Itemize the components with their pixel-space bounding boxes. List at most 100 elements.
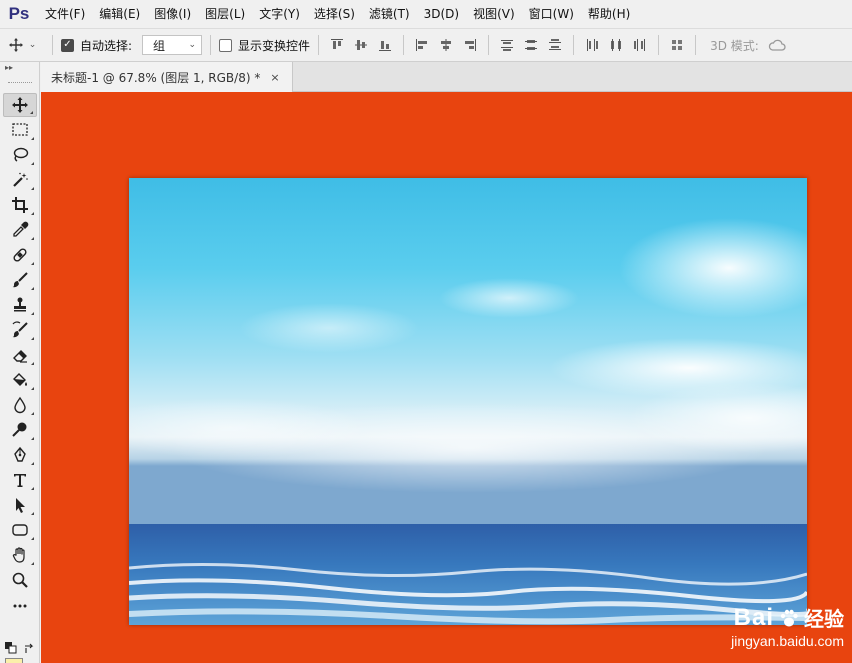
align-right-icon[interactable] bbox=[460, 35, 480, 55]
marquee-tool[interactable] bbox=[3, 118, 37, 142]
swap-colors-icon[interactable] bbox=[23, 642, 35, 654]
sky-sea-photo bbox=[129, 178, 807, 625]
align-top-icon[interactable] bbox=[327, 35, 347, 55]
distribute-horizontal-group bbox=[582, 35, 650, 55]
distribute-bottom-icon[interactable] bbox=[545, 35, 565, 55]
zoom-tool[interactable] bbox=[3, 568, 37, 592]
rectangle-tool[interactable] bbox=[3, 518, 37, 542]
eyedropper-tool[interactable] bbox=[3, 218, 37, 242]
align-group bbox=[327, 35, 395, 55]
menu-select[interactable]: 选择(S) bbox=[307, 0, 362, 28]
menu-3d[interactable]: 3D(D) bbox=[417, 0, 466, 28]
dodge-tool[interactable] bbox=[3, 418, 37, 442]
eraser-tool[interactable] bbox=[3, 343, 37, 367]
options-bar: ⌄ ✓ 自动选择: 组 ⌄ 显示变换控件 3D 模式: bbox=[0, 28, 852, 62]
move-icon bbox=[8, 38, 23, 52]
distribute-vcenter-icon[interactable] bbox=[521, 35, 541, 55]
menu-help[interactable]: 帮助(H) bbox=[581, 0, 637, 28]
close-icon[interactable]: × bbox=[270, 71, 279, 84]
menu-filter[interactable]: 滤镜(T) bbox=[362, 0, 417, 28]
history-brush-tool[interactable] bbox=[3, 318, 37, 342]
menu-edit[interactable]: 编辑(E) bbox=[92, 0, 147, 28]
paint-bucket-tool[interactable] bbox=[3, 368, 37, 392]
ellipsis-icon bbox=[13, 604, 27, 608]
mode-3d-label: 3D 模式: bbox=[710, 38, 759, 53]
chevron-down-icon: ⌄ bbox=[188, 40, 197, 50]
toolbox-collapse-icon[interactable]: ▸▸ bbox=[0, 62, 39, 74]
toolbox-grip[interactable] bbox=[0, 74, 39, 92]
default-colors-icon[interactable] bbox=[5, 642, 17, 654]
crop-tool[interactable] bbox=[3, 193, 37, 217]
watermark-logo-text: Bai bbox=[733, 603, 774, 631]
menu-view[interactable]: 视图(V) bbox=[466, 0, 522, 28]
bandage-icon bbox=[13, 248, 27, 262]
menu-type[interactable]: 文字(Y) bbox=[252, 0, 307, 28]
eyedropper-icon bbox=[13, 221, 29, 237]
brush-tool[interactable] bbox=[3, 268, 37, 292]
photoshop-logo: Ps bbox=[8, 4, 30, 23]
move-tool[interactable] bbox=[3, 93, 37, 117]
align-vcenter-icon[interactable] bbox=[351, 35, 371, 55]
divider bbox=[695, 35, 697, 55]
divider bbox=[318, 35, 320, 55]
cloud-icon[interactable] bbox=[767, 35, 787, 55]
align-hcenter-icon[interactable] bbox=[436, 35, 456, 55]
more-tools[interactable] bbox=[3, 593, 37, 617]
blur-tool[interactable] bbox=[3, 393, 37, 417]
path-selection-tool[interactable] bbox=[3, 493, 37, 517]
magic-wand-icon bbox=[13, 172, 28, 187]
rounded-rectangle-icon bbox=[12, 524, 28, 536]
menu-bar: Ps 文件(F) 编辑(E) 图像(I) 图层(L) 文字(Y) 选择(S) 滤… bbox=[0, 0, 852, 28]
rectangular-marquee-icon bbox=[12, 123, 28, 136]
show-transform-checkbox[interactable] bbox=[219, 38, 233, 52]
healing-brush-tool[interactable] bbox=[3, 243, 37, 267]
type-icon bbox=[14, 474, 26, 487]
lasso-tool[interactable] bbox=[3, 143, 37, 167]
align-bottom-icon[interactable] bbox=[375, 35, 395, 55]
auto-align-layers-icon[interactable] bbox=[667, 35, 687, 55]
path-selection-arrow-icon bbox=[16, 498, 25, 513]
baidu-watermark: Bai 经验 jingyan.baidu.com bbox=[731, 603, 844, 650]
document-image[interactable] bbox=[129, 178, 807, 625]
distribute-left-icon[interactable] bbox=[582, 35, 602, 55]
clone-stamp-tool[interactable] bbox=[3, 293, 37, 317]
distribute-top-icon[interactable] bbox=[497, 35, 517, 55]
move-icon bbox=[12, 97, 28, 113]
paw-icon bbox=[780, 609, 798, 626]
align-left-icon[interactable] bbox=[412, 35, 432, 55]
pen-tool[interactable] bbox=[3, 443, 37, 467]
auto-select-label: 自动选择: bbox=[80, 38, 133, 53]
canvas-area[interactable]: Bai 经验 jingyan.baidu.com bbox=[41, 92, 852, 663]
foreground-color-swatch[interactable] bbox=[5, 658, 23, 663]
document-tab[interactable]: 未标题-1 @ 67.8% (图层 1, RGB/8) * × bbox=[41, 62, 293, 92]
menu-image[interactable]: 图像(I) bbox=[147, 0, 198, 28]
watermark-suffix: 经验 bbox=[804, 609, 844, 631]
divider bbox=[488, 35, 490, 55]
stamp-icon bbox=[14, 297, 26, 312]
document-tab-title: 未标题-1 @ 67.8% (图层 1, RGB/8) * bbox=[51, 70, 261, 85]
auto-select-checkbox[interactable]: ✓ bbox=[61, 38, 74, 52]
magic-wand-tool[interactable] bbox=[3, 168, 37, 192]
brush-icon bbox=[12, 272, 28, 288]
auto-select-value: 组 bbox=[153, 38, 166, 53]
divider bbox=[52, 35, 53, 55]
magnifier-icon bbox=[12, 572, 28, 588]
blur-drop-icon bbox=[14, 396, 26, 414]
menu-layer[interactable]: 图层(L) bbox=[198, 0, 252, 28]
color-swatches[interactable] bbox=[3, 640, 37, 663]
lasso-icon bbox=[13, 147, 29, 162]
pen-icon bbox=[14, 446, 26, 462]
menu-file[interactable]: 文件(F) bbox=[38, 0, 92, 28]
toolbox: ▸▸ bbox=[0, 62, 40, 663]
distribute-right-icon[interactable] bbox=[630, 35, 650, 55]
auto-select-dropdown[interactable]: 组 ⌄ bbox=[142, 35, 203, 55]
distribute-hcenter-icon[interactable] bbox=[606, 35, 626, 55]
divider bbox=[658, 35, 660, 55]
paint-bucket-icon bbox=[13, 373, 27, 386]
menu-window[interactable]: 窗口(W) bbox=[522, 0, 581, 28]
align-horizontal-group bbox=[412, 35, 480, 55]
tool-preset-picker[interactable]: ⌄ bbox=[0, 37, 44, 53]
type-tool[interactable] bbox=[3, 468, 37, 492]
hand-icon bbox=[12, 547, 25, 563]
hand-tool[interactable] bbox=[3, 543, 37, 567]
